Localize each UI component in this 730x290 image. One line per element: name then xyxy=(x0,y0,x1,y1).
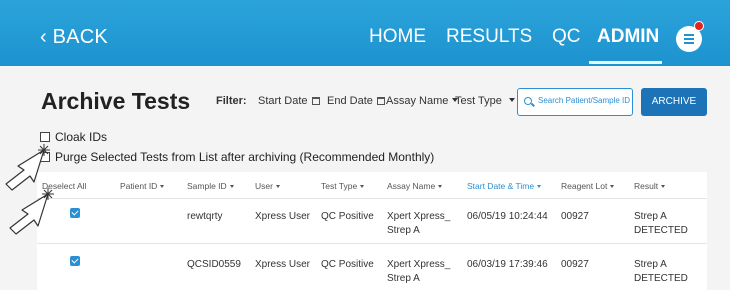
nav-admin[interactable]: ADMIN xyxy=(597,26,659,48)
cloak-ids-label: Cloak IDs xyxy=(55,130,108,144)
row-divider xyxy=(37,243,707,244)
nav-results[interactable]: RESULTS xyxy=(446,26,532,48)
column-header-patient-id[interactable]: Patient ID xyxy=(120,181,165,191)
start-date-time-cell: 06/05/19 10:24:44 xyxy=(467,211,548,222)
end-date-filter[interactable]: End Date xyxy=(327,95,385,107)
sort-icon xyxy=(160,184,165,188)
start-date-label: Start Date xyxy=(258,95,308,107)
search-field[interactable] xyxy=(517,88,633,116)
row-select-checkbox[interactable] xyxy=(70,208,80,218)
column-header-result[interactable]: Result xyxy=(634,181,666,191)
active-tab-indicator xyxy=(589,61,662,64)
result-cell: Strep A xyxy=(634,211,667,222)
archive-button[interactable]: ARCHIVE xyxy=(641,88,707,116)
result-cell-line2: DETECTED xyxy=(634,225,688,236)
back-button[interactable]: ‹ BACK xyxy=(40,26,108,49)
reagent-lot-cell: 00927 xyxy=(561,259,589,270)
user-cell: Xpress User xyxy=(255,259,311,270)
column-header-reagent-lot[interactable]: Reagent Lot xyxy=(561,181,615,191)
assay-name-filter[interactable]: Assay Name xyxy=(386,95,459,107)
nav-home[interactable]: HOME xyxy=(369,26,426,48)
sort-icon xyxy=(275,184,280,188)
column-header-sample-id[interactable]: Sample ID xyxy=(187,181,234,191)
pointer-arrow-icon xyxy=(9,188,54,235)
sort-icon xyxy=(229,184,234,188)
sample-id-cell: QCSID0559 xyxy=(187,259,241,270)
column-header-label: User xyxy=(255,181,273,191)
test-type-cell: QC Positive xyxy=(321,211,374,222)
test-type-filter[interactable]: Test Type xyxy=(455,95,515,107)
column-header-label: Start Date & Time xyxy=(467,181,535,191)
top-nav-bar: ‹ BACK HOME RESULTS QC ADMIN xyxy=(0,0,730,66)
sort-icon xyxy=(661,184,666,188)
calendar-icon xyxy=(311,97,320,105)
filter-label: Filter: xyxy=(216,95,247,107)
purge-label: Purge Selected Tests from List after arc… xyxy=(55,150,435,164)
sample-id-cell: rewtqrty xyxy=(187,211,223,222)
end-date-label: End Date xyxy=(327,95,373,107)
column-header-label: Patient ID xyxy=(120,181,158,191)
result-cell-line2: DETECTED xyxy=(634,273,688,284)
assay-name-cell-line2: Strep A xyxy=(387,273,420,284)
reagent-lot-cell: 00927 xyxy=(561,211,589,222)
assay-name-cell: Xpert Xpress_ xyxy=(387,259,451,270)
sort-icon xyxy=(438,184,443,188)
user-cell: Xpress User xyxy=(255,211,311,222)
search-input[interactable] xyxy=(538,96,632,105)
test-type-label: Test Type xyxy=(455,95,502,107)
purge-option[interactable]: Purge Selected Tests from List after arc… xyxy=(40,150,434,164)
assay-name-cell-line2: Strep A xyxy=(387,225,420,236)
sort-icon xyxy=(610,184,615,188)
column-header-label: Reagent Lot xyxy=(561,181,608,191)
notification-dot-icon xyxy=(694,21,704,31)
start-date-filter[interactable]: Start Date xyxy=(258,95,320,107)
column-header-label: Sample ID xyxy=(187,181,227,191)
assay-name-cell: Xpert Xpress_ xyxy=(387,211,451,222)
header-divider xyxy=(37,198,707,199)
start-date-time-cell: 06/03/19 17:39:46 xyxy=(467,259,548,270)
column-header-test-type[interactable]: Test Type xyxy=(321,181,365,191)
test-type-cell: QC Positive xyxy=(321,259,374,270)
column-header-user[interactable]: User xyxy=(255,181,280,191)
chevron-down-icon xyxy=(508,98,515,102)
assay-name-label: Assay Name xyxy=(386,95,449,107)
row-select-checkbox[interactable] xyxy=(70,256,80,266)
column-header-assay-name[interactable]: Assay Name xyxy=(387,181,443,191)
column-header-label: Test Type xyxy=(321,181,358,191)
column-header-start-date-time[interactable]: Start Date & Time xyxy=(467,181,542,191)
column-header-label: Assay Name xyxy=(387,181,436,191)
sort-icon xyxy=(537,184,542,188)
result-cell: Strep A xyxy=(634,259,667,270)
nav-qc[interactable]: QC xyxy=(552,26,581,48)
column-header-label: Result xyxy=(634,181,659,191)
calendar-icon xyxy=(376,97,385,105)
page-title: Archive Tests xyxy=(41,88,191,114)
sort-icon xyxy=(360,184,365,188)
